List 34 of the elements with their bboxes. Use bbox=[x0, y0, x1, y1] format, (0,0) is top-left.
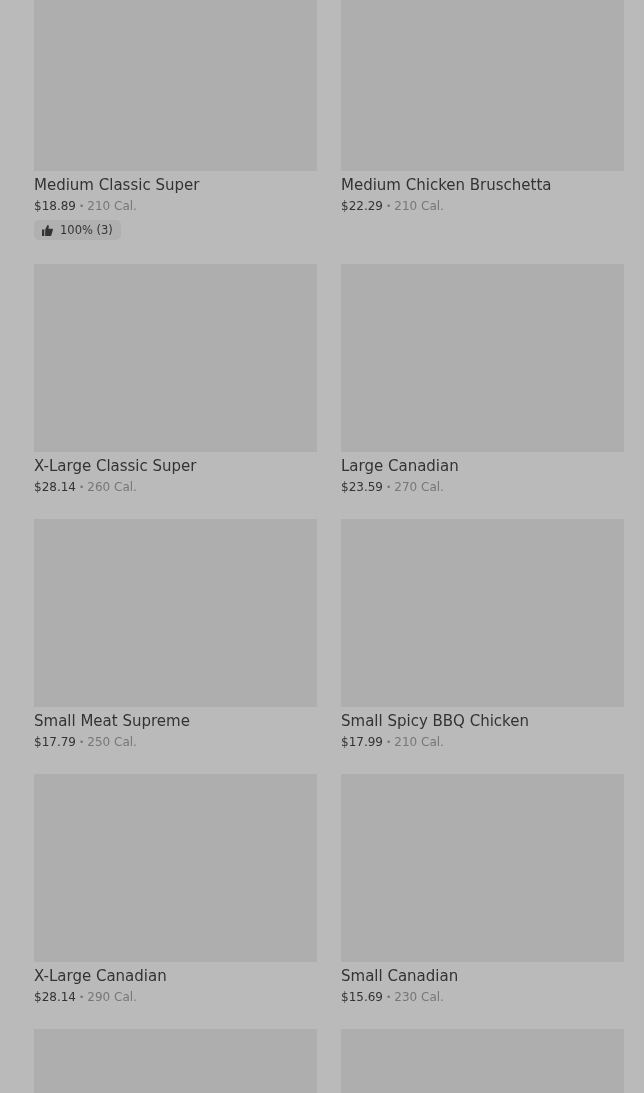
item-name: Small Meat Supreme bbox=[34, 712, 190, 730]
item-name: Medium Chicken Bruschetta bbox=[341, 176, 552, 194]
item-calories: 230 Cal. bbox=[394, 990, 444, 1005]
item-name: Small Spicy BBQ Chicken bbox=[341, 712, 529, 730]
item-price: $22.29 bbox=[341, 199, 383, 214]
item-calories: 250 Cal. bbox=[87, 735, 137, 750]
item-name: Small Canadian bbox=[341, 967, 459, 985]
item-calories: 210 Cal. bbox=[394, 735, 444, 750]
item-calories: 260 Cal. bbox=[87, 480, 137, 495]
separator-dot: • bbox=[386, 200, 392, 213]
item-calories: 210 Cal. bbox=[394, 199, 444, 214]
item-price: $28.14 bbox=[34, 480, 76, 495]
item-calories: 290 Cal. bbox=[87, 990, 137, 1005]
item-price: $28.14 bbox=[34, 990, 76, 1005]
rating-text: 100% (3) bbox=[60, 223, 113, 237]
separator-dot: • bbox=[386, 991, 392, 1004]
separator-dot: • bbox=[79, 991, 85, 1004]
separator-dot: • bbox=[79, 481, 85, 494]
separator-dot: • bbox=[79, 736, 85, 749]
item-name: Large Canadian bbox=[341, 457, 459, 475]
item-price: $17.99 bbox=[341, 735, 383, 750]
item-calories: 210 Cal. bbox=[87, 199, 137, 214]
item-price: $18.89 bbox=[34, 199, 76, 214]
separator-dot: • bbox=[79, 200, 85, 213]
item-price: $15.69 bbox=[341, 990, 383, 1005]
item-name: X-Large Canadian bbox=[34, 967, 167, 985]
item-name: Medium Classic Super bbox=[34, 176, 200, 194]
thumbs-up-icon bbox=[42, 224, 53, 236]
separator-dot: • bbox=[386, 481, 392, 494]
item-price: $17.79 bbox=[34, 735, 76, 750]
item-price: $23.59 bbox=[341, 480, 383, 495]
item-calories: 270 Cal. bbox=[394, 480, 444, 495]
item-name: X-Large Classic Super bbox=[34, 457, 197, 475]
separator-dot: • bbox=[386, 736, 392, 749]
